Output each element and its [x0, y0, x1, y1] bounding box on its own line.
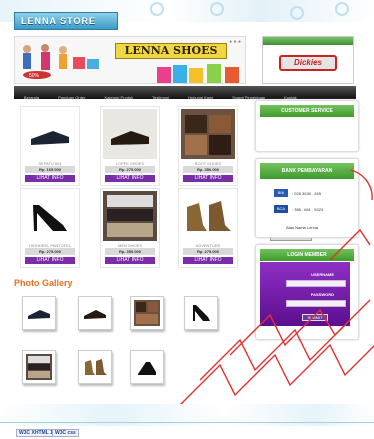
view-info-button[interactable]: LIHAT INFO: [105, 257, 155, 264]
product-card[interactable]: SEPATU 001 Rp. 165.000 LIHAT INFO: [20, 106, 80, 186]
product-image: [103, 109, 157, 159]
product-card[interactable]: LOFFE SHOES Rp. 275.000 LIHAT INFO: [100, 106, 160, 186]
gallery-thumb[interactable]: [130, 350, 164, 384]
customer-service-title: CUSTOMER SERVICE: [260, 105, 354, 117]
site-logo[interactable]: LENNA STORE: [14, 12, 118, 30]
gallery-thumb[interactable]: [22, 350, 56, 384]
svg-text:50%: 50%: [29, 73, 40, 79]
gallery-thumb[interactable]: [78, 296, 112, 330]
shoppers-image: 50%: [23, 44, 99, 79]
watermark-overlay: [179, 169, 374, 406]
footer-divider: [0, 422, 374, 423]
product-price: Rp. 165.000: [25, 166, 75, 173]
gallery-thumb[interactable]: [22, 296, 56, 330]
main-nav: Beranda Panduan Order Kategori Produk Testi…: [14, 86, 356, 100]
product-price: Rp. 350.000: [105, 248, 155, 255]
banner-title: LENNA SHOES: [115, 43, 227, 59]
gallery-thumb[interactable]: [130, 296, 164, 330]
product-image: [103, 191, 157, 241]
brand-logo[interactable]: Dickies: [279, 55, 337, 71]
shopping-bags-image: [157, 64, 239, 83]
product-price: Rp. 275.000: [25, 248, 75, 255]
view-info-button[interactable]: LIHAT INFO: [105, 175, 155, 182]
w3c-css-badge[interactable]: W3C css: [52, 429, 79, 437]
gallery-title: Photo Gallery: [14, 278, 73, 288]
product-price: Rp. 275.000: [105, 166, 155, 173]
view-info-button[interactable]: LIHAT INFO: [25, 257, 75, 264]
page: LENNA STORE 50% LENNA SHOES ● ● ● Dickie…: [0, 0, 374, 439]
product-image: [23, 191, 77, 241]
brand-widget: Dickies: [262, 36, 354, 84]
view-info-button[interactable]: LIHAT INFO: [25, 175, 75, 182]
product-card[interactable]: MEN SHOES Rp. 350.000 LIHAT INFO: [100, 188, 160, 268]
slider-dots[interactable]: ● ● ●: [229, 39, 241, 45]
product-image: [23, 109, 77, 159]
customer-service-widget: CUSTOMER SERVICE Online Service 2 Yahoo!: [255, 100, 359, 241]
gallery-thumb[interactable]: [78, 350, 112, 384]
product-card[interactable]: HIGHHEEL PANTOFEL Rp. 275.000 LIHAT INFO: [20, 188, 80, 268]
header-banner: 50% LENNA SHOES ● ● ●: [14, 36, 246, 84]
